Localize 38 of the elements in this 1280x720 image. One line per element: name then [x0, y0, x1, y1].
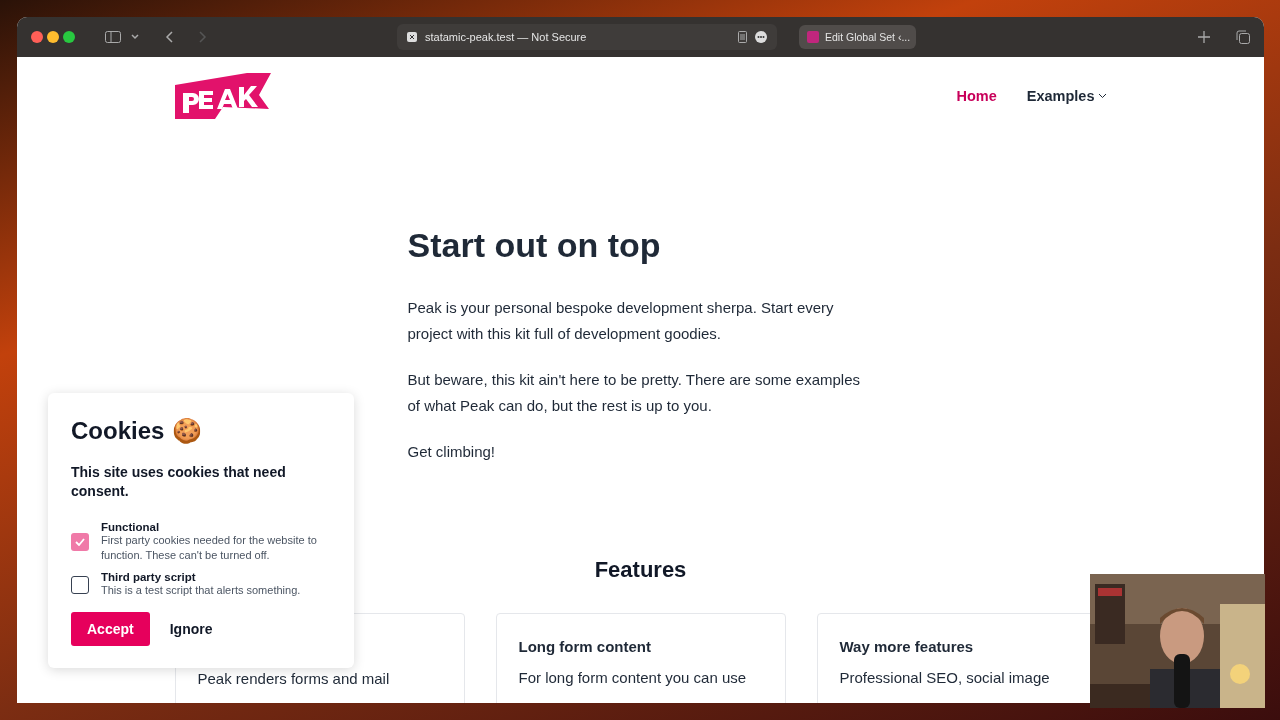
- sidebar-icon[interactable]: [105, 31, 121, 43]
- minimize-button[interactable]: [47, 31, 59, 43]
- address-bar[interactable]: statamic-peak.test — Not Secure: [397, 24, 777, 50]
- features-title: Features: [594, 557, 687, 583]
- option-description: This is a test script that alerts something.: [101, 583, 301, 598]
- popup-title: Cookies: [71, 417, 165, 445]
- nav-link[interactable]: Home: [956, 88, 997, 104]
- chevron-down-icon[interactable]: [131, 34, 139, 40]
- hero-paragraph: Get climbing!: [407, 442, 497, 462]
- option-description: First party cookies needed for the website to function. These can't be turned off.: [101, 533, 318, 563]
- plus-icon[interactable]: [1198, 31, 1210, 43]
- close-button[interactable]: [31, 31, 43, 43]
- checkbox[interactable]: [71, 575, 89, 594]
- check-icon: [75, 538, 85, 546]
- nav-link[interactable]: Examples: [1026, 88, 1107, 104]
- reader-icon[interactable]: [738, 31, 747, 43]
- hero-paragraph: But beware, this kit ain't here to be pretty. There are some examples of what Peak can do, but the rest is up to you.: [407, 370, 862, 416]
- back-icon[interactable]: [165, 31, 173, 43]
- accept-button[interactable]: Accept: [71, 612, 150, 646]
- more-icon[interactable]: [755, 31, 767, 43]
- hero-title: Start out on top: [407, 226, 662, 265]
- card-text: Professional SEO, social image: [839, 668, 1051, 688]
- card-text: Peak renders forms and mail: [197, 669, 391, 689]
- close-icon[interactable]: [407, 32, 417, 42]
- browser-tab[interactable]: Edit Global Set ‹...: [799, 25, 916, 49]
- option-label: Functional: [101, 521, 161, 533]
- hero-paragraph: Peak is your personal bespoke development sherpa. Start every project with this kit full of development goodies.: [407, 298, 835, 344]
- zoom-button[interactable]: [63, 31, 75, 43]
- cookie-emoji: 🍪: [172, 417, 203, 445]
- favicon-icon: [807, 31, 819, 43]
- card-title: Long form content: [518, 638, 652, 655]
- tabs-overview-icon[interactable]: [1236, 30, 1250, 44]
- peak-logo[interactable]: [174, 73, 271, 119]
- popup-intro: This site uses cookies that need consent.: [71, 463, 287, 501]
- card-title: Way more features: [839, 638, 975, 655]
- ignore-button[interactable]: Ignore: [169, 621, 213, 637]
- card-text: For long form content you can use: [518, 668, 748, 688]
- option-label: Third party script: [101, 571, 197, 583]
